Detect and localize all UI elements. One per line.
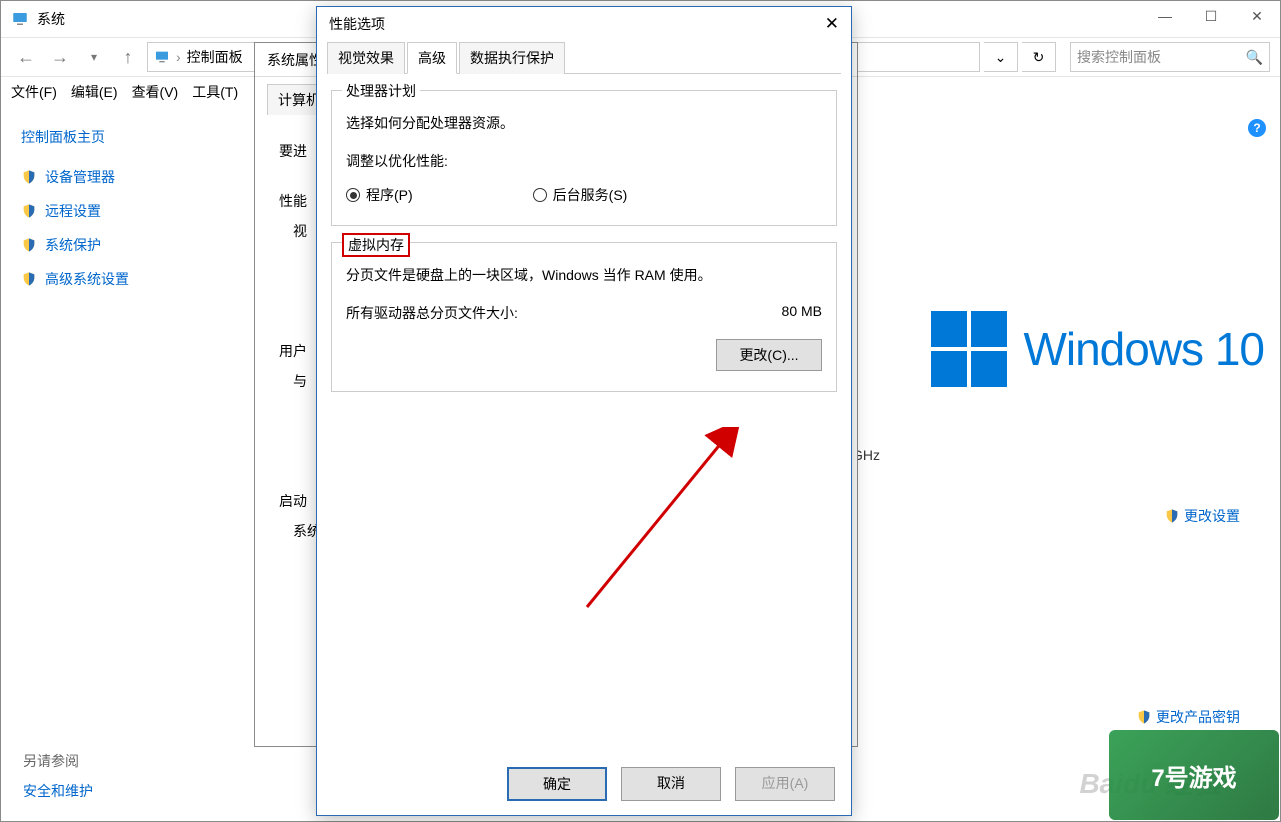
sidebar-item-advanced[interactable]: 高级系统设置 [21, 269, 191, 289]
radio-label: 程序(P) [366, 185, 413, 205]
radio-programs[interactable]: 程序(P) [346, 185, 413, 205]
link-label: 更改产品密钥 [1156, 707, 1240, 727]
apply-button[interactable]: 应用(A) [735, 767, 835, 801]
minimize-button[interactable]: — [1142, 1, 1188, 31]
group-legend: 处理器计划 [342, 81, 420, 101]
help-icon[interactable]: ? [1248, 119, 1266, 137]
shield-icon [21, 237, 37, 253]
change-settings-link[interactable]: 更改设置 [1164, 506, 1240, 526]
search-input[interactable]: 搜索控制面板 🔍 [1070, 42, 1270, 72]
see-also-link[interactable]: 安全和维护 [23, 781, 93, 801]
shield-icon [21, 169, 37, 185]
sidebar-item-remote[interactable]: 远程设置 [21, 201, 191, 221]
group-processor-scheduling: 处理器计划 选择如何分配处理器资源。 调整以优化性能: 程序(P) 后台服务(S… [331, 90, 837, 226]
windows10-text: Windows 10 [1023, 322, 1264, 376]
breadcrumb[interactable]: 控制面板 [187, 47, 243, 67]
tab-dep[interactable]: 数据执行保护 [459, 42, 565, 74]
up-button[interactable]: ↑ [113, 42, 143, 72]
change-product-key-link[interactable]: 更改产品密钥 [1136, 707, 1240, 727]
link-label: 更改设置 [1184, 506, 1240, 526]
dialog-titlebar: 性能选项 ✕ [317, 7, 851, 41]
radio-icon [346, 188, 360, 202]
group-legend-highlighted: 虚拟内存 [342, 233, 410, 257]
adjust-label: 调整以优化性能: [346, 151, 822, 171]
menu-tools[interactable]: 工具(T) [192, 82, 238, 102]
see-also: 另请参阅 安全和维护 [23, 751, 93, 801]
radio-icon [533, 188, 547, 202]
refresh-button[interactable]: ↻ [1022, 42, 1056, 72]
close-button[interactable]: ✕ [825, 14, 839, 34]
computer-icon [11, 10, 29, 28]
sidebar: 控制面板主页 设备管理器 远程设置 系统保护 高级系统设置 另请参阅 安全和维护 [1, 111, 211, 821]
performance-options-dialog: 性能选项 ✕ 视觉效果 高级 数据执行保护 处理器计划 选择如何分配处理器资源。… [316, 6, 852, 816]
ok-button[interactable]: 确定 [507, 767, 607, 801]
dialog-title: 系统属性 [267, 50, 323, 70]
sidebar-item-label: 设备管理器 [45, 167, 115, 187]
shield-icon [1164, 508, 1180, 524]
windows-icon [931, 311, 1007, 387]
dialog-title: 性能选项 [329, 14, 385, 34]
group-description: 选择如何分配处理器资源。 [346, 113, 822, 133]
dialog-buttons: 确定 取消 应用(A) [507, 767, 835, 801]
address-dropdown[interactable]: ⌄ [984, 42, 1018, 72]
history-dropdown[interactable]: ▾ [79, 42, 109, 72]
back-button[interactable]: ← [11, 42, 41, 72]
shield-icon [1136, 709, 1152, 725]
shield-icon [21, 271, 37, 287]
see-also-heading: 另请参阅 [23, 751, 93, 771]
windows10-logo: Windows 10 [931, 311, 1264, 387]
radio-label: 后台服务(S) [553, 185, 628, 205]
menu-view[interactable]: 查看(V) [132, 82, 179, 102]
close-button[interactable]: ✕ [1234, 1, 1280, 31]
tab-visual-effects[interactable]: 视觉效果 [327, 42, 405, 74]
window-title: 系统 [37, 9, 65, 29]
search-icon: 🔍 [1246, 49, 1263, 66]
group-description: 分页文件是硬盘上的一块区域，Windows 当作 RAM 使用。 [346, 265, 822, 285]
computer-icon [154, 49, 170, 65]
sidebar-item-label: 高级系统设置 [45, 269, 129, 289]
sidebar-home-link[interactable]: 控制面板主页 [21, 127, 191, 147]
shield-icon [21, 203, 37, 219]
sidebar-item-device-manager[interactable]: 设备管理器 [21, 167, 191, 187]
radio-background-services[interactable]: 后台服务(S) [533, 185, 628, 205]
menu-file[interactable]: 文件(F) [11, 82, 57, 102]
change-button[interactable]: 更改(C)... [716, 339, 822, 371]
maximize-button[interactable]: ☐ [1188, 1, 1234, 31]
tab-advanced[interactable]: 高级 [407, 42, 457, 74]
tabs: 视觉效果 高级 数据执行保护 [327, 41, 841, 74]
sidebar-item-label: 远程设置 [45, 201, 101, 221]
annotation-arrow [567, 427, 747, 627]
forward-button[interactable]: → [45, 42, 75, 72]
pagefile-size-value: 80 MB [782, 303, 822, 323]
menu-edit[interactable]: 编辑(E) [71, 82, 118, 102]
search-placeholder: 搜索控制面板 [1077, 47, 1161, 67]
corner-logo: 7号游戏 [1109, 730, 1279, 820]
sidebar-item-label: 系统保护 [45, 235, 101, 255]
sidebar-item-protection[interactable]: 系统保护 [21, 235, 191, 255]
cancel-button[interactable]: 取消 [621, 767, 721, 801]
pagefile-size-label: 所有驱动器总分页文件大小: [346, 303, 518, 323]
group-virtual-memory: 虚拟内存 分页文件是硬盘上的一块区域，Windows 当作 RAM 使用。 所有… [331, 242, 837, 392]
